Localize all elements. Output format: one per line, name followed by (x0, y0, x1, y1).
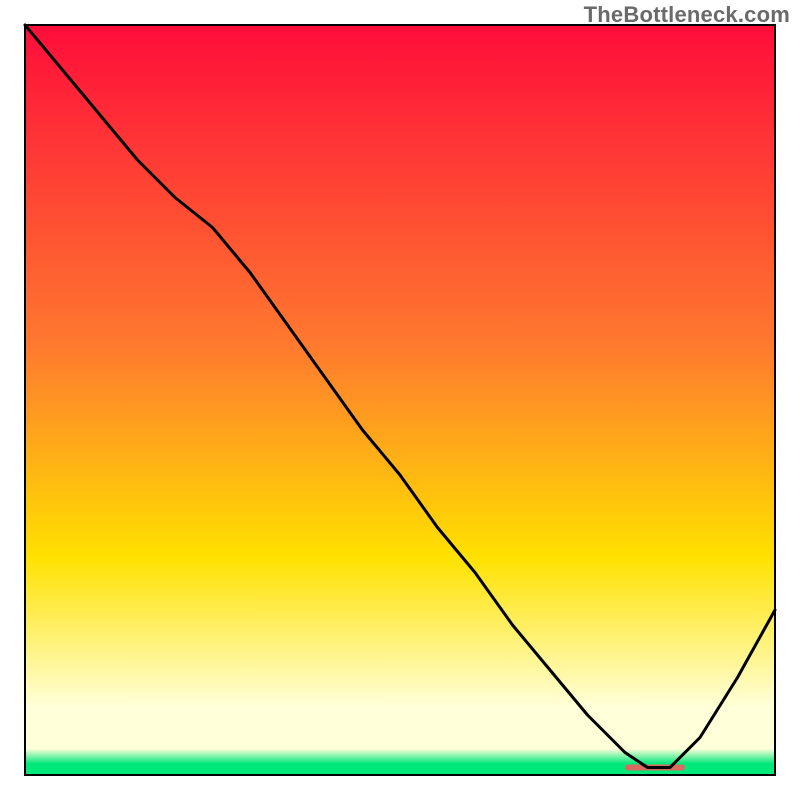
chart-container: { "watermark": "TheBottleneck.com", "col… (0, 0, 800, 800)
plot-background (25, 25, 775, 775)
bottleneck-chart (0, 0, 800, 800)
